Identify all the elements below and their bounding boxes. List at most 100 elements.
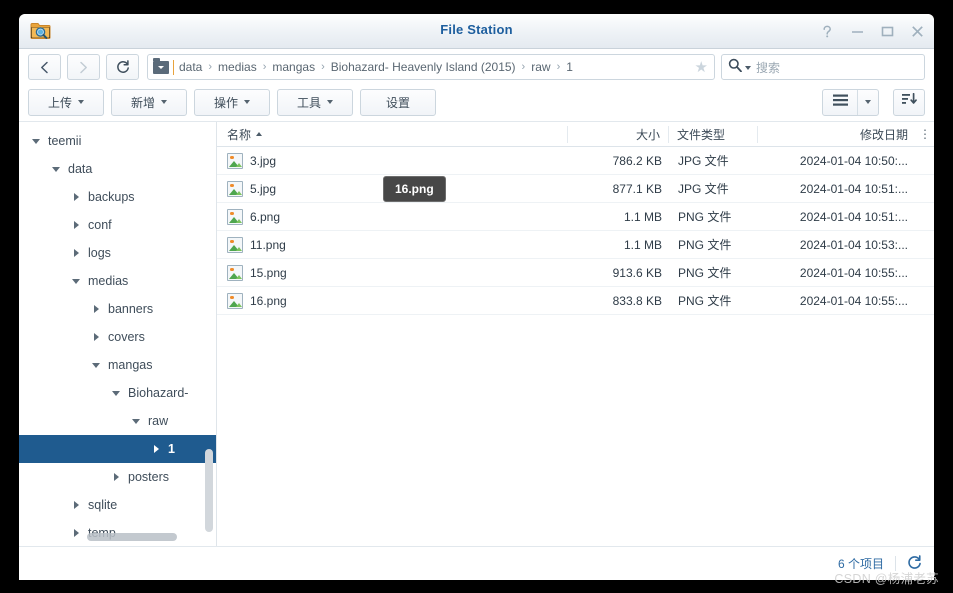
column-header-name[interactable]: 名称 [227,126,567,143]
forward-button[interactable] [67,54,100,80]
sidebar-vertical-scrollbar[interactable] [205,449,213,532]
folder-tree-sidebar[interactable]: teemii data backups conf logs medias banners co… [19,122,217,546]
file-name-cell: 15.png [227,264,570,281]
caret-down-icon[interactable] [89,362,103,368]
sidebar-item-label: posters [128,470,169,484]
file-list-header: 名称 大小 文件类型 修改日期 ⋮ [217,122,934,147]
chevron-down-icon [244,100,250,104]
chevron-down-icon [161,100,167,104]
sidebar-item-mangas[interactable]: mangas [19,351,216,379]
action-label: 操作 [213,95,238,110]
file-name-label: 16.png [250,293,287,308]
caret-right-icon[interactable] [69,193,83,201]
back-button[interactable] [28,54,61,80]
help-button[interactable] [820,24,834,38]
caret-right-icon[interactable] [69,501,83,509]
maximize-button[interactable] [880,24,894,38]
view-mode-dropdown[interactable] [857,89,878,115]
close-button[interactable] [910,24,924,38]
file-date-cell: 2024-01-04 10:55:... [799,265,908,280]
file-type-cell: PNG 文件 [678,238,732,252]
caret-down-icon[interactable] [49,166,63,172]
sidebar-item-backups[interactable]: backups [19,183,216,211]
sidebar-item-data[interactable]: data [19,155,216,183]
sidebar-item-raw[interactable]: raw [19,407,216,435]
sidebar-item-covers[interactable]: covers [19,323,216,351]
breadcrumb-item-5[interactable]: 1 [566,60,573,74]
sidebar-item-label: raw [148,414,169,428]
caret-down-icon[interactable] [129,418,143,424]
file-size-cell: 877.1 KB [612,181,662,196]
caret-right-icon[interactable] [69,221,83,229]
caret-right-icon[interactable] [89,333,103,341]
table-row[interactable]: 5.jpg 877.1 KB JPG 文件 2024-01-04 10:51:... [217,175,934,203]
search-input[interactable]: 搜索 [721,54,925,80]
image-file-icon [227,292,243,309]
sidebar-item-biohazard[interactable]: Biohazard- [19,379,216,407]
window-title: File Station [440,22,513,37]
table-row[interactable]: 6.png 1.1 MB PNG 文件 2024-01-04 10:51:... [217,203,934,231]
caret-down-icon[interactable] [109,390,123,396]
sidebar-item-banners[interactable]: banners [19,295,216,323]
sidebar-item-sqlite[interactable]: sqlite [19,491,216,519]
table-row[interactable]: 3.jpg 786.2 KB JPG 文件 2024-01-04 10:50:... [217,147,934,175]
favorite-star-icon[interactable]: ★ [695,60,708,75]
breadcrumb-separator: › [208,61,213,73]
sidebar-item-label: medias [88,274,129,288]
caret-right-icon[interactable] [89,305,103,313]
column-header-type[interactable]: 文件类型 [668,125,757,143]
file-date-cell: 2024-01-04 10:51:... [799,181,908,196]
file-size-cell: 786.2 KB [612,153,662,168]
column-options-button[interactable]: ⋮ [916,127,934,141]
folder-dropdown-icon[interactable] [153,57,169,74]
caret-right-icon[interactable] [109,473,123,481]
caret-down-icon[interactable] [29,138,43,144]
list-view-button[interactable] [823,90,857,115]
window-titlebar[interactable]: File Station [19,14,934,49]
sidebar-item-medias[interactable]: medias [19,267,216,295]
file-size-cell: 833.8 KB [612,293,662,308]
sidebar-horizontal-scrollbar[interactable] [87,533,177,541]
upload-button[interactable]: 上传 [28,88,104,116]
column-header-size[interactable]: 大小 [567,125,668,143]
sidebar-item-label: banners [108,302,154,316]
minimize-button[interactable] [850,24,864,38]
new-button[interactable]: 新增 [111,88,187,116]
breadcrumb-bar[interactable]: data › medias › mangas › Biohazard- Heav… [147,54,715,80]
search-options-caret-icon[interactable] [745,66,751,70]
breadcrumb-item-2[interactable]: mangas [272,60,315,74]
image-file-icon [227,264,243,281]
column-header-date[interactable]: 修改日期 [757,125,916,143]
sort-button[interactable] [893,88,925,116]
refresh-button[interactable] [106,54,139,80]
file-name-label: 3.jpg [250,153,277,168]
sidebar-item-logs[interactable]: logs [19,239,216,267]
folder-tree: teemii data backups conf logs medias banners co… [19,127,216,546]
image-file-icon [227,152,243,169]
sidebar-item-conf[interactable]: conf [19,211,216,239]
file-name-label: 6.png [250,209,281,224]
breadcrumb-item-1[interactable]: medias [218,60,257,74]
breadcrumb-item-3[interactable]: Biohazard- Heavenly Island (2015) [331,60,516,74]
table-row[interactable]: 15.png 913.6 KB PNG 文件 2024-01-04 10:55:... [217,259,934,287]
breadcrumb-item-4[interactable]: raw [531,60,550,74]
file-name-label: 11.png [250,237,286,252]
caret-right-icon[interactable] [69,529,83,537]
caret-right-icon[interactable] [69,249,83,257]
caret-down-icon[interactable] [69,278,83,284]
settings-button[interactable]: 设置 [360,88,436,116]
sidebar-item-posters[interactable]: posters [19,463,216,491]
search-placeholder: 搜索 [756,60,781,75]
breadcrumb-separator: › [521,61,526,73]
caret-right-icon[interactable] [149,445,163,453]
breadcrumb-item-0[interactable]: data [179,60,202,74]
file-list-rows[interactable]: 3.jpg 786.2 KB JPG 文件 2024-01-04 10:50:... 5… [217,147,934,546]
sidebar-item-1[interactable]: 1 [19,435,216,463]
tools-button[interactable]: 工具 [277,88,353,116]
table-row[interactable]: 16.png 833.8 KB PNG 文件 2024-01-04 10:55:... [217,287,934,315]
action-button[interactable]: 操作 [194,88,270,116]
image-file-icon [227,180,243,197]
sidebar-item-teemii[interactable]: teemii [19,127,216,155]
file-type-cell: JPG 文件 [678,154,729,168]
table-row[interactable]: 11.png 1.1 MB PNG 文件 2024-01-04 10:53:... [217,231,934,259]
